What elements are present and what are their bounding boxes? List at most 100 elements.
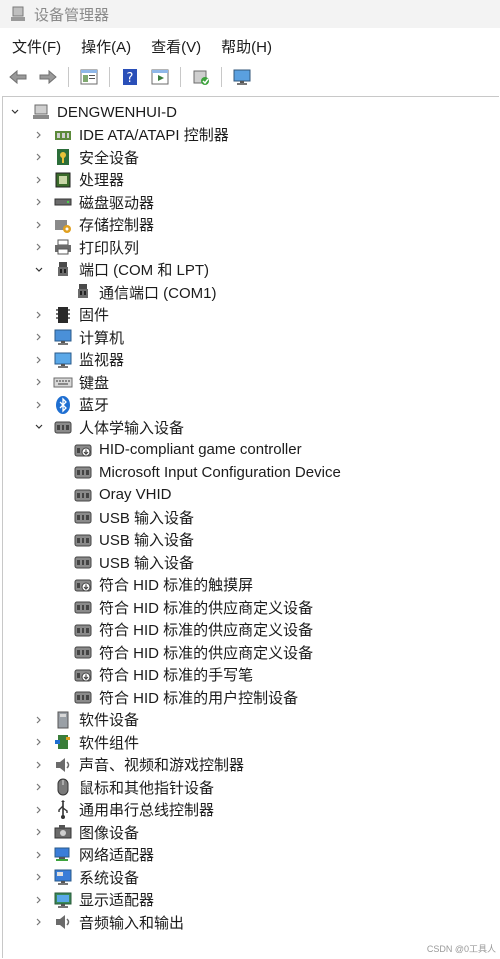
tree-item-label: 音频输入和输出 <box>79 914 185 932</box>
tree-item-label: 计算机 <box>79 329 125 347</box>
tree-category[interactable]: 鼠标和其他指针设备 <box>33 776 214 798</box>
chevron-right-icon[interactable] <box>33 849 45 861</box>
chevron-right-icon[interactable] <box>33 894 45 906</box>
tree-device[interactable]: 通信端口 (COM1) <box>73 281 217 303</box>
tree-device[interactable]: Microsoft Input Configuration Device <box>73 461 341 483</box>
hid-icon <box>73 687 93 707</box>
tree-device[interactable]: USB 输入设备 <box>73 551 194 573</box>
chevron-right-icon[interactable] <box>33 804 45 816</box>
security-key-icon <box>53 147 73 167</box>
tree-item-label: 存储控制器 <box>79 217 155 234</box>
forward-icon[interactable] <box>36 65 60 89</box>
chevron-down-icon[interactable] <box>33 264 45 276</box>
chevron-right-icon[interactable] <box>33 736 45 748</box>
tree-category[interactable]: 打印队列 <box>33 236 139 258</box>
chevron-right-icon[interactable] <box>33 916 45 928</box>
computer-screen-icon[interactable] <box>230 65 254 89</box>
tree-category[interactable]: 音频输入和输出 <box>33 911 184 933</box>
tree-device[interactable]: 符合 HID 标准的触摸屏 <box>73 574 253 596</box>
chevron-right-icon[interactable] <box>33 241 45 253</box>
tree-category[interactable]: 人体学输入设备 <box>33 416 184 438</box>
tree-category[interactable]: 网络适配器 <box>33 844 154 866</box>
tree-category[interactable]: 安全设备 <box>33 146 139 168</box>
tree-category[interactable]: 声音、视频和游戏控制器 <box>33 754 244 776</box>
tree-category[interactable]: 磁盘驱动器 <box>33 191 154 213</box>
storage-controller-icon <box>53 215 73 235</box>
menu-file[interactable]: 文件(F) <box>12 36 61 57</box>
chevron-right-icon[interactable] <box>33 871 45 883</box>
computer-icon <box>53 327 73 347</box>
tree-category[interactable]: 通用串行总线控制器 <box>33 799 214 821</box>
tree-device[interactable]: Oray VHID <box>73 484 172 506</box>
hid-icon <box>73 620 93 640</box>
tree-item-label: USB 输入设备 <box>99 509 195 527</box>
chevron-down-icon[interactable] <box>33 421 45 433</box>
chevron-right-icon[interactable] <box>33 399 45 411</box>
chevron-down-icon[interactable] <box>9 106 21 118</box>
chevron-right-icon[interactable] <box>33 196 45 208</box>
tree-device[interactable]: 符合 HID 标准的供应商定义设备 <box>73 619 313 641</box>
tree-category[interactable]: IDE ATA/ATAPI 控制器 <box>33 124 229 146</box>
chevron-right-icon[interactable] <box>33 331 45 343</box>
chevron-right-icon[interactable] <box>33 174 45 186</box>
menu-view[interactable]: 查看(V) <box>151 36 201 57</box>
chevron-right-icon[interactable] <box>33 759 45 771</box>
tree-device[interactable]: HID-compliant game controller <box>73 439 302 461</box>
tree-device[interactable]: 符合 HID 标准的供应商定义设备 <box>73 641 313 663</box>
tree-item-label: 通信端口 (COM1) <box>99 284 217 302</box>
tree-root[interactable]: DENGWENHUI-D <box>9 101 177 123</box>
keyboard-icon <box>53 372 73 392</box>
run-icon[interactable] <box>148 65 172 89</box>
tree-category[interactable]: 软件设备 <box>33 709 139 731</box>
tree-category[interactable]: 计算机 <box>33 326 124 348</box>
menu-action[interactable]: 操作(A) <box>81 36 131 57</box>
hid-icon <box>73 530 93 550</box>
tree-item-label: 符合 HID 标准的供应商定义设备 <box>99 644 314 662</box>
chevron-right-icon[interactable] <box>33 714 45 726</box>
tree-item-label: 符合 HID 标准的用户控制设备 <box>99 689 299 707</box>
hid-icon <box>73 462 93 482</box>
chevron-right-icon[interactable] <box>33 826 45 838</box>
tree-device[interactable]: 符合 HID 标准的供应商定义设备 <box>73 596 313 618</box>
tree-device[interactable]: 符合 HID 标准的手写笔 <box>73 664 253 686</box>
tree-device[interactable]: USB 输入设备 <box>73 529 194 551</box>
menu-help[interactable]: 帮助(H) <box>221 36 272 57</box>
software-device-icon <box>53 710 73 730</box>
chevron-right-icon[interactable] <box>33 219 45 231</box>
tree-category[interactable]: 键盘 <box>33 371 109 393</box>
printer-icon <box>53 237 73 257</box>
title-bar: 设备管理器 <box>0 0 500 28</box>
back-icon[interactable] <box>6 65 30 89</box>
tree-category[interactable]: 存储控制器 <box>33 214 154 236</box>
tree-device[interactable]: USB 输入设备 <box>73 506 194 528</box>
tree-category[interactable]: 图像设备 <box>33 821 139 843</box>
tree-item-label: 键盘 <box>79 374 110 392</box>
chevron-right-icon[interactable] <box>33 129 45 141</box>
tree-category[interactable]: 系统设备 <box>33 866 139 888</box>
processor-icon <box>53 170 73 190</box>
window-title: 设备管理器 <box>34 6 110 24</box>
chevron-right-icon[interactable] <box>33 309 45 321</box>
chevron-right-icon[interactable] <box>33 376 45 388</box>
tree-category[interactable]: 监视器 <box>33 349 124 371</box>
device-tree: DENGWENHUI-D IDE ATA/ATAPI 控制器 安全设备 处理器 磁盘驱… <box>2 96 499 958</box>
chevron-right-icon[interactable] <box>33 354 45 366</box>
scan-hardware-icon[interactable] <box>189 65 213 89</box>
chevron-right-icon[interactable] <box>33 781 45 793</box>
tree-category[interactable]: 蓝牙 <box>33 394 109 416</box>
chevron-right-icon[interactable] <box>33 151 45 163</box>
tree-category[interactable]: 固件 <box>33 304 109 326</box>
tree-category[interactable]: 端口 (COM 和 LPT) <box>33 259 209 281</box>
hid-icon <box>73 507 93 527</box>
tree-item-label: 图像设备 <box>79 824 140 842</box>
tree-device[interactable]: 符合 HID 标准的用户控制设备 <box>73 686 298 708</box>
tree-item-label: 打印队列 <box>79 239 140 257</box>
tree-category[interactable]: 显示适配器 <box>33 889 154 911</box>
toolbar: ? <box>0 62 500 92</box>
tree-category[interactable]: 软件组件 <box>33 731 139 753</box>
tree-item-label: HID-compliant game controller <box>99 441 302 458</box>
help-icon[interactable]: ? <box>118 65 142 89</box>
system-device-icon <box>53 867 73 887</box>
properties-icon[interactable] <box>77 65 101 89</box>
tree-category[interactable]: 处理器 <box>33 169 124 191</box>
